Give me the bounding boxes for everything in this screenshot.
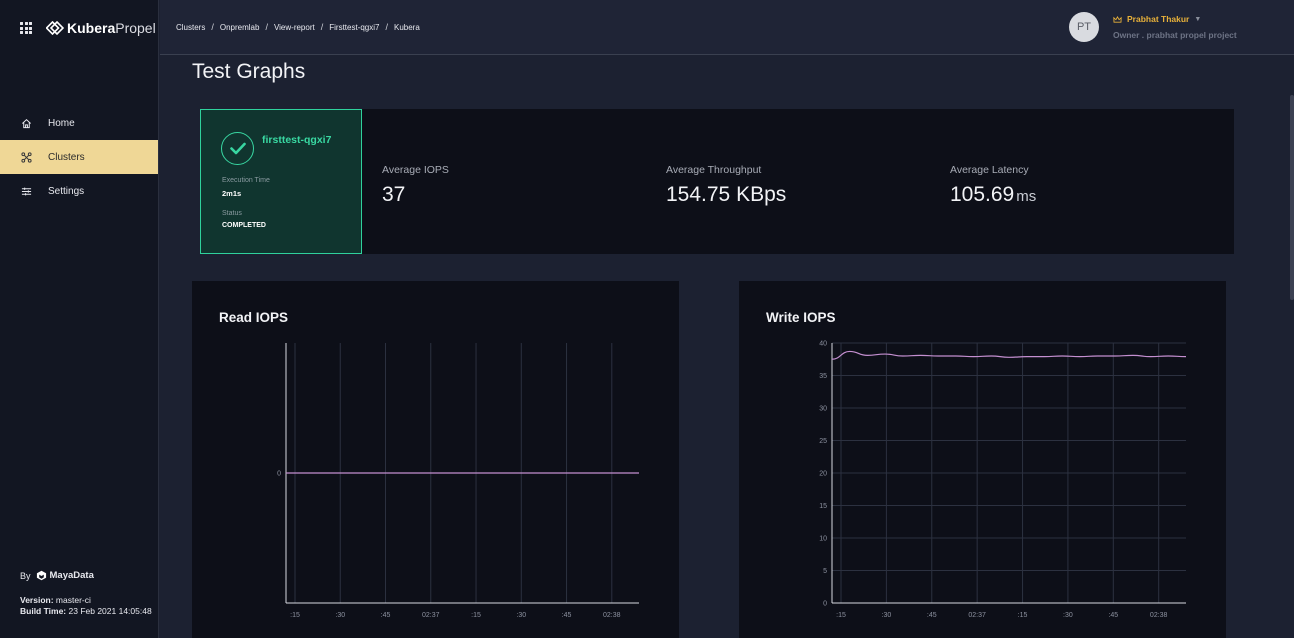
breadcrumb: Clusters / Onpremlab / View-report / Fir…: [176, 22, 420, 32]
x-tick-label: :15: [290, 612, 300, 619]
x-tick-label: :15: [1018, 612, 1028, 619]
metric-label: Average Latency: [950, 164, 1029, 176]
sidebar-nav: Home Clusters Settings: [0, 106, 158, 208]
y-tick-label: 25: [819, 438, 827, 445]
sidebar-item-home[interactable]: Home: [0, 106, 158, 140]
breadcrumb-separator: /: [265, 22, 268, 32]
crown-icon: [1113, 15, 1122, 23]
x-tick-label: 02:37: [422, 612, 440, 619]
test-name: firsttest-qgxi7: [262, 134, 332, 146]
sidebar-item-settings[interactable]: Settings: [0, 174, 158, 208]
mayadata-logo-icon: [36, 570, 46, 581]
x-tick-label: :45: [562, 612, 572, 619]
sidebar-item-label: Clusters: [48, 151, 85, 163]
metric-value: 154.75 KBps: [666, 183, 787, 206]
build-time-value: 23 Feb 2021 14:05:48: [68, 606, 152, 616]
breadcrumb-test[interactable]: Firsttest-qgxi7: [329, 23, 379, 32]
version-value: master-ci: [55, 595, 91, 605]
read-iops-chart: Read IOPS :15:30:45 02:37:15:30:45 02:38 0: [192, 281, 679, 638]
app-grid-icon[interactable]: [20, 22, 32, 34]
avatar[interactable]: PT: [1069, 12, 1099, 42]
sidebar: KuberaPropel Home Clusters Settings By M…: [0, 0, 159, 638]
chevron-down-icon: ▼: [1194, 15, 1202, 23]
test-status-card: firsttest-qgxi7 Execution Time 2m1s Stat…: [200, 109, 362, 254]
y-tick-label: 0: [277, 471, 281, 478]
read-iops-plot[interactable]: :15 :30 :45 02:37 :15 :30 :45 02:38 0: [192, 281, 679, 638]
sidebar-item-clusters[interactable]: Clusters: [0, 140, 158, 174]
page-scrollbar[interactable]: [1290, 95, 1294, 300]
x-tick-label: :30: [882, 612, 892, 619]
metric-label: Average IOPS: [382, 164, 449, 176]
x-tick-label: :45: [381, 612, 391, 619]
breadcrumb-separator: /: [385, 22, 388, 32]
clusters-icon: [20, 151, 32, 163]
metric-average-iops: Average IOPS 37: [382, 164, 449, 207]
y-tick-label: 0: [823, 601, 827, 608]
metric-value: 37: [382, 183, 406, 206]
sidebar-item-label: Settings: [48, 185, 85, 197]
y-tick-label: 40: [819, 341, 827, 348]
y-tick-label: 5: [823, 568, 827, 575]
version-info: Version: master-ci Build Time: 23 Feb 20…: [20, 595, 152, 617]
status-label: Status: [222, 210, 242, 217]
metric-average-latency: Average Latency 105.69 ms: [950, 164, 1036, 207]
header: Clusters / Onpremlab / View-report / Fir…: [160, 0, 1294, 55]
footer-by: By MayaData: [20, 570, 94, 581]
user-role: Owner . prabhat propel project: [1113, 30, 1237, 40]
version-label: Version:: [20, 595, 54, 605]
by-label: By: [20, 570, 31, 581]
check-circle-icon: [221, 132, 254, 165]
y-tick-label: 30: [819, 406, 827, 413]
y-tick-label: 20: [819, 471, 827, 478]
breadcrumb-clusters[interactable]: Clusters: [176, 23, 205, 32]
x-tick-label: 02:38: [1150, 612, 1168, 619]
x-tick-label: :30: [1063, 612, 1073, 619]
status-badge: COMPLETED: [222, 222, 266, 229]
y-tick-label: 35: [819, 373, 827, 380]
x-tick-label: :15: [836, 612, 846, 619]
x-tick-label: :30: [516, 612, 526, 619]
home-icon: [20, 117, 32, 129]
write-iops-chart: Write IOPS :15:30:45 02:37:15:30:45 02:38 0…: [739, 281, 1226, 638]
test-summary: firsttest-qgxi7 Execution Time 2m1s Stat…: [200, 109, 1234, 254]
page-title: Test Graphs: [192, 60, 306, 83]
sidebar-item-label: Home: [48, 117, 75, 129]
x-tick-label: :45: [927, 612, 937, 619]
brand: KuberaPropel: [20, 18, 156, 38]
build-time-label: Build Time:: [20, 606, 67, 616]
write-iops-plot[interactable]: :15 :30 :45 02:37 :15 :30 :45 02:38 0 5 10 15 20 25 30…: [739, 281, 1226, 638]
breadcrumb-view-report[interactable]: View-report: [274, 23, 315, 32]
user-menu[interactable]: Prabhat Thakur ▼: [1113, 14, 1201, 24]
company-name: MayaData: [49, 570, 94, 581]
x-tick-label: 02:37: [968, 612, 986, 619]
breadcrumb-onpremlab[interactable]: Onpremlab: [220, 23, 260, 32]
x-tick-label: :15: [471, 612, 481, 619]
x-tick-label: 02:38: [603, 612, 621, 619]
x-tick-label: :45: [1108, 612, 1118, 619]
breadcrumb-separator: /: [211, 22, 214, 32]
execution-time-label: Execution Time: [222, 177, 270, 184]
metric-average-throughput: Average Throughput 154.75 KBps: [666, 164, 788, 207]
kubera-logo-icon: [46, 21, 64, 35]
series-line: [831, 350, 1187, 360]
y-tick-label: 10: [819, 536, 827, 543]
y-tick-label: 15: [819, 503, 827, 510]
brand-name[interactable]: KuberaPropel: [67, 20, 156, 36]
breadcrumb-separator: /: [320, 22, 324, 32]
user-name: Prabhat Thakur: [1127, 14, 1190, 24]
settings-icon: [20, 185, 32, 197]
metric-value: 105.69 ms: [950, 183, 1037, 206]
x-tick-label: :30: [335, 612, 345, 619]
metric-label: Average Throughput: [666, 164, 762, 176]
breadcrumb-kubera[interactable]: Kubera: [394, 23, 420, 32]
execution-time-value: 2m1s: [222, 189, 242, 198]
